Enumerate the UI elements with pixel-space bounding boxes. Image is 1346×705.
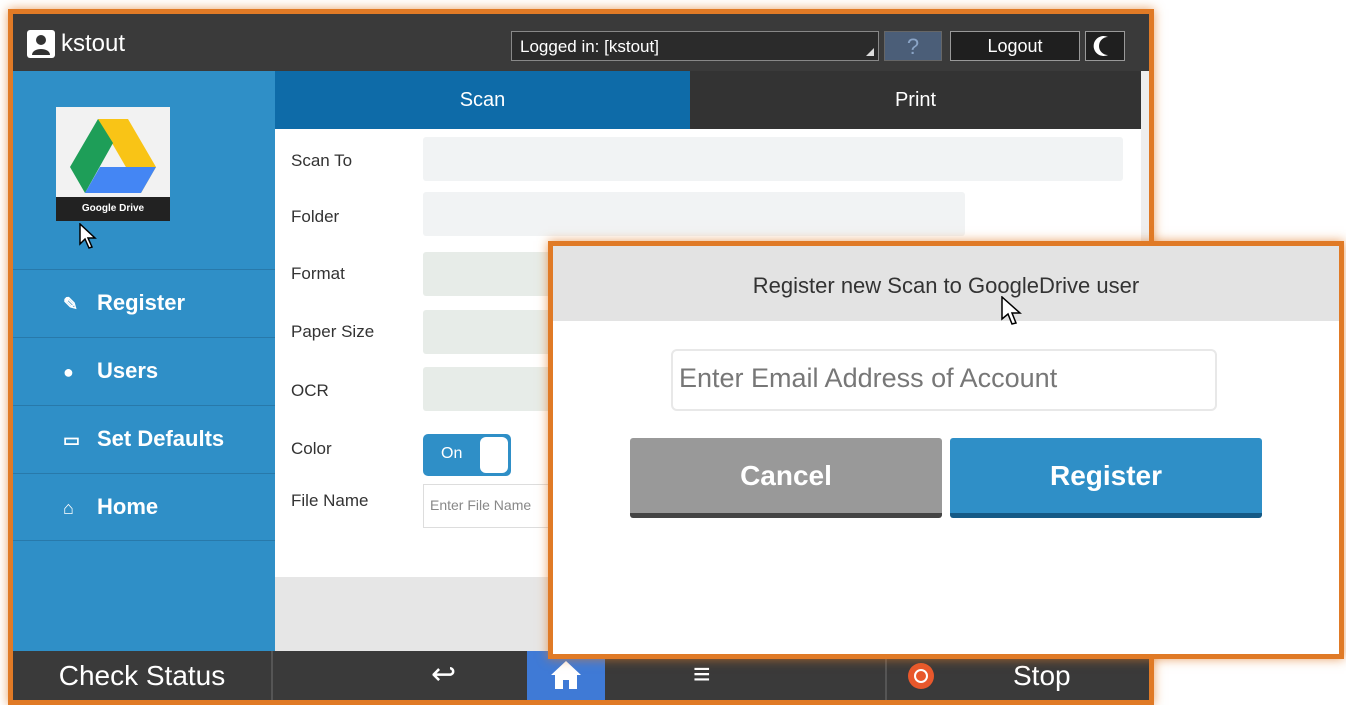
register-user-dialog: Register new Scan to GoogleDrive user En…: [548, 241, 1344, 659]
back-icon[interactable]: ↩: [431, 657, 456, 692]
ocr-label: OCR: [291, 381, 329, 400]
help-button[interactable]: ?: [884, 31, 942, 61]
check-status-button[interactable]: Check Status: [13, 651, 273, 700]
toggle-knob: [480, 437, 508, 473]
scan-to-field[interactable]: [423, 137, 1123, 181]
home-icon: ⌂: [63, 498, 74, 518]
paper-size-label: Paper Size: [291, 322, 375, 341]
top-bar: kstout Logged in: [kstout] ? Logout: [13, 14, 1149, 71]
sidebar-item-label: Users: [97, 358, 159, 383]
google-drive-caption: Google Drive: [56, 197, 170, 221]
color-label: Color: [291, 439, 332, 458]
stop-icon[interactable]: [908, 663, 934, 689]
moon-icon: [1093, 36, 1108, 57]
sidebar-item-home[interactable]: ⌂ Home: [13, 473, 275, 541]
dialog-title: Register new Scan to GoogleDrive user: [752, 273, 1140, 298]
register-button[interactable]: Register: [950, 438, 1262, 518]
username: kstout: [61, 30, 126, 57]
sidebar-item-label: Register: [97, 290, 186, 315]
tab-scan[interactable]: Scan: [275, 71, 690, 129]
logged-in-label: Logged in: [kstout]: [520, 37, 659, 56]
user-icon: [27, 30, 55, 58]
edit-icon: ✎: [63, 294, 79, 314]
file-name-label: File Name: [291, 491, 369, 510]
stop-button[interactable]: Stop: [1013, 660, 1071, 692]
color-toggle-label: On: [441, 445, 463, 462]
sidebar-item-register[interactable]: ✎ Register: [13, 269, 275, 336]
scan-to-label: Scan To: [291, 151, 353, 170]
sidebar-item-label: Home: [97, 494, 159, 519]
night-mode-button[interactable]: [1085, 31, 1125, 61]
tab-print[interactable]: Print: [690, 71, 1141, 129]
user-icon: ●: [63, 362, 74, 382]
format-label: Format: [291, 264, 345, 283]
menu-icon[interactable]: ≡: [693, 658, 711, 692]
mouse-cursor-icon: [79, 223, 97, 249]
home-icon: [551, 661, 581, 689]
mouse-cursor-icon: [1001, 296, 1022, 325]
sidebar-item-set-defaults[interactable]: ▭ Set Defaults: [13, 405, 275, 472]
sidebar: Google Drive ✎ Register ● Users ▭ Set De…: [13, 71, 275, 651]
logged-in-status[interactable]: Logged in: [kstout]: [511, 31, 879, 61]
folder-label: Folder: [291, 207, 340, 226]
folder-field[interactable]: [423, 192, 965, 236]
google-drive-icon: [70, 119, 156, 193]
sidebar-item-users[interactable]: ● Users: [13, 337, 275, 404]
logout-button[interactable]: Logout: [950, 31, 1080, 61]
color-toggle[interactable]: On: [423, 434, 511, 476]
google-drive-logo[interactable]: Google Drive: [56, 107, 170, 221]
cancel-button[interactable]: Cancel: [630, 438, 942, 518]
dialog-header: Register new Scan to GoogleDrive user: [553, 246, 1339, 321]
resize-corner-icon: [866, 48, 874, 56]
sidebar-item-label: Set Defaults: [97, 426, 225, 451]
keyboard-icon: ▭: [63, 430, 81, 450]
email-field[interactable]: Enter Email Address of Account: [671, 349, 1217, 411]
